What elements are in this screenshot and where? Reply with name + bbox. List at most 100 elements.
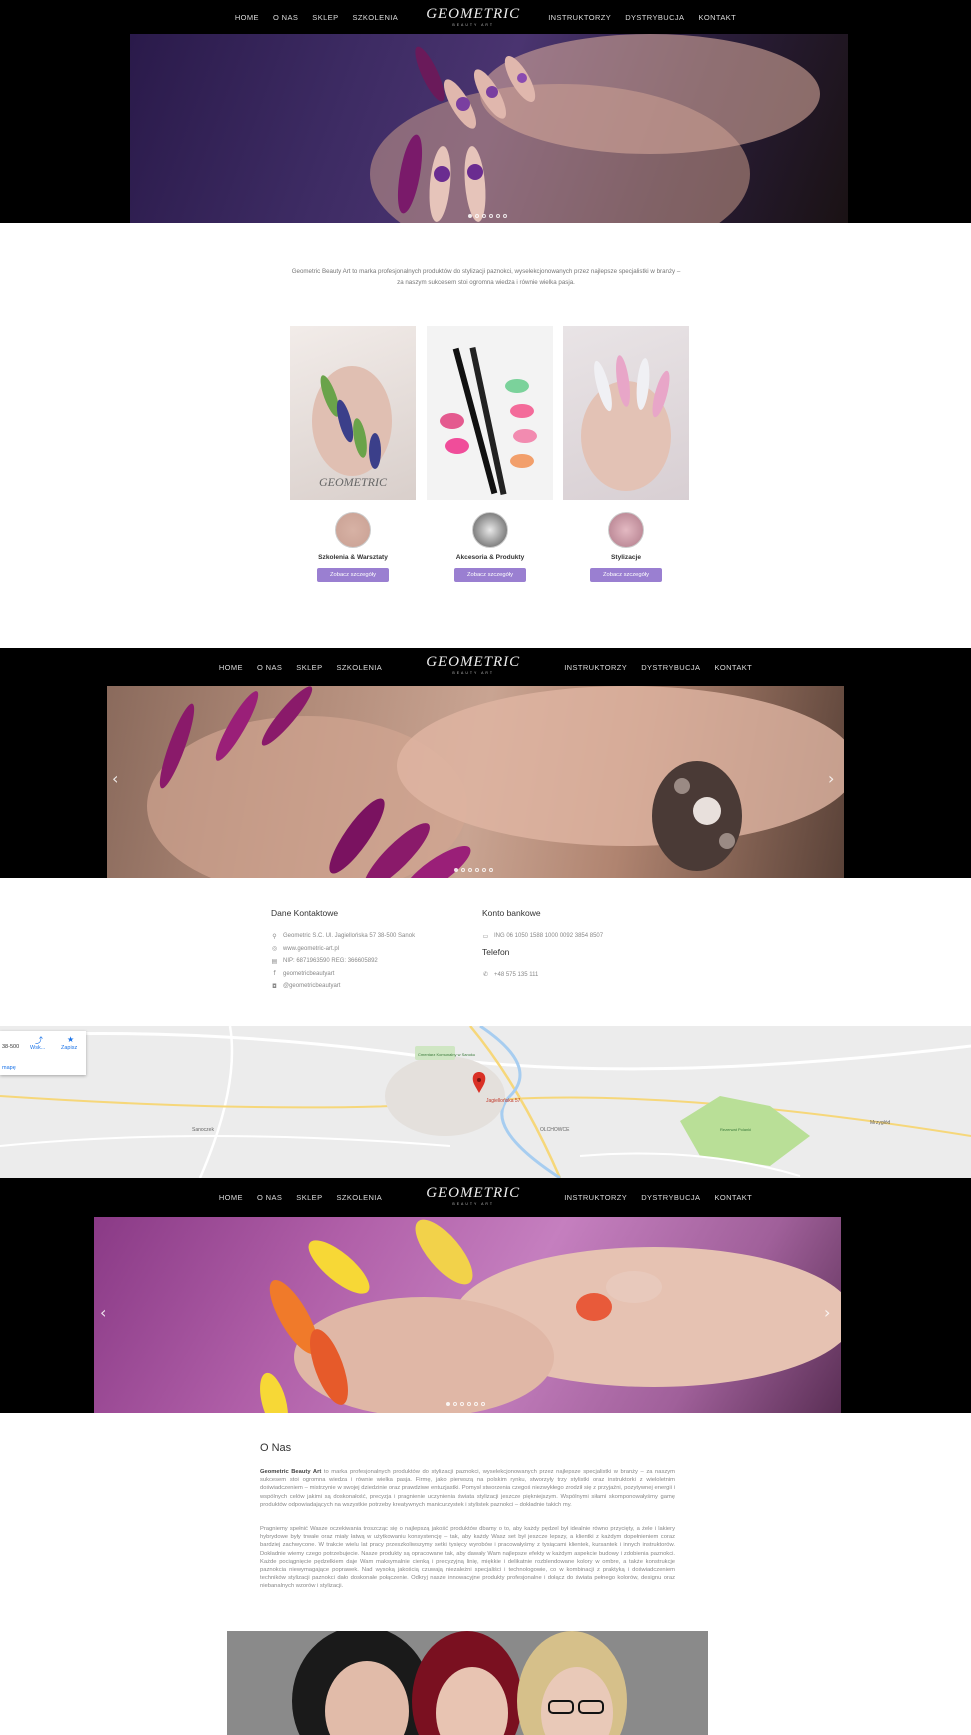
nav-instruktorzy[interactable]: INSTRUKTORZY xyxy=(548,13,611,22)
slider-dot[interactable] xyxy=(467,1402,471,1406)
nav-dystrybucja[interactable]: DYSTRYBUCJA xyxy=(625,13,684,22)
slider-dot[interactable] xyxy=(460,1402,464,1406)
navbar-3: HOME O NAS SKLEP SZKOLENIA GEOMETRIC BEA… xyxy=(0,1178,971,1217)
card-image-stylizacje[interactable] xyxy=(563,326,689,500)
slider-dot[interactable] xyxy=(481,1402,485,1406)
card-image-szkolenia[interactable]: GEOMETRIC xyxy=(290,326,416,500)
nav-sklep[interactable]: SKLEP xyxy=(296,1193,322,1202)
contact-facebook[interactable]: f geometricbeautyart xyxy=(271,968,461,981)
nav-dystrybucja[interactable]: DYSTRYBUCJA xyxy=(641,1193,700,1202)
map-canvas: Jagiellońska 57 Sanoczek OLCHOWCE Mrzygł… xyxy=(0,1026,971,1178)
phone-line[interactable]: ✆ +48 575 135 111 xyxy=(482,969,682,982)
map-pin-label: Jagiellońska 57 xyxy=(486,1098,521,1104)
card-image-akcesoria[interactable] xyxy=(427,326,553,500)
slider-dots-2 xyxy=(454,868,493,872)
slider-dot[interactable] xyxy=(461,868,465,872)
card-title-szkolenia: Szkolenia & Warsztaty xyxy=(318,554,388,561)
hero-image-1 xyxy=(130,34,848,223)
slider-dot[interactable] xyxy=(446,1402,450,1406)
navbar-2: HOME O NAS SKLEP SZKOLENIA GEOMETRIC BEA… xyxy=(0,648,971,686)
contact-facebook-text[interactable]: geometricbeautyart xyxy=(283,971,334,977)
card-title-akcesoria: Akcesoria & Produkty xyxy=(455,554,525,561)
nav-szkolenia[interactable]: SZKOLENIA xyxy=(336,1193,382,1202)
slider-next-arrow[interactable]: › xyxy=(824,1303,830,1322)
slider-dot[interactable] xyxy=(475,868,479,872)
nav-instruktorzy[interactable]: INSTRUKTORZY xyxy=(564,663,627,672)
card-button-szkolenia[interactable]: Zobacz szczegóły xyxy=(317,568,389,582)
nav-o-nas[interactable]: O NAS xyxy=(257,663,282,672)
nav-right: INSTRUKTORZY DYSTRYBUCJA KONTAKT xyxy=(564,1193,752,1202)
logo[interactable]: GEOMETRIC BEAUTY ART xyxy=(410,649,537,685)
nav-left: HOME O NAS SKLEP SZKOLENIA xyxy=(219,663,382,672)
nav-szkolenia[interactable]: SZKOLENIA xyxy=(352,13,398,22)
bank-column: Konto bankowe ▭ ING 06 1050 1588 1000 009… xyxy=(482,908,682,981)
nav-sklep[interactable]: SKLEP xyxy=(296,663,322,672)
instagram-icon: ◘ xyxy=(272,982,277,990)
logo[interactable]: GEOMETRIC BEAUTY ART xyxy=(426,7,520,28)
phone-text[interactable]: +48 575 135 111 xyxy=(494,972,538,978)
nav-right: INSTRUKTORZY DYSTRYBUCJA KONTAKT xyxy=(564,663,752,672)
contact-www[interactable]: ◎ www.geometric-art.pl xyxy=(271,943,461,956)
nav-dystrybucja[interactable]: DYSTRYBUCJA xyxy=(641,663,700,672)
nav-kontakt[interactable]: KONTAKT xyxy=(698,13,736,22)
nav-sklep[interactable]: SKLEP xyxy=(312,13,338,22)
contact-instagram[interactable]: ◘ @geometricbeautyart xyxy=(271,980,461,993)
logo[interactable]: GEOMETRIC BEAUTY ART xyxy=(410,1179,537,1216)
google-map[interactable]: Jagiellońska 57 Sanoczek OLCHOWCE Mrzygł… xyxy=(0,1026,971,1178)
map-card-route[interactable]: Wsk... xyxy=(30,1045,45,1051)
nav-szkolenia[interactable]: SZKOLENIA xyxy=(336,663,382,672)
star-icon[interactable]: ★ xyxy=(67,1035,74,1044)
svg-text:GEOMETRIC: GEOMETRIC xyxy=(319,475,388,489)
nav-kontakt[interactable]: KONTAKT xyxy=(714,1193,752,1202)
phone-heading: Telefon xyxy=(482,946,510,957)
hand-illustration-3 xyxy=(260,1219,841,1413)
map-card-link[interactable]: mapę xyxy=(2,1065,16,1071)
card-title-stylizacje: Stylizacje xyxy=(610,554,642,561)
map-label-sanoczek: Sanoczek xyxy=(192,1127,214,1133)
slider-dot[interactable] xyxy=(482,868,486,872)
card-button-akcesoria[interactable]: Zobacz szczegóły xyxy=(454,568,526,582)
slider-dot[interactable] xyxy=(489,214,493,218)
intro-text: Geometric Beauty Art to marka profesjona… xyxy=(291,268,681,286)
onas-title: O Nas xyxy=(260,1442,292,1454)
nav-o-nas[interactable]: O NAS xyxy=(257,1193,282,1202)
nav-home[interactable]: HOME xyxy=(235,13,259,22)
hero-slider-3: ‹ › xyxy=(0,1217,971,1413)
slider-dot[interactable] xyxy=(482,214,486,218)
contact-instagram-text[interactable]: @geometricbeautyart xyxy=(283,983,340,989)
map-card-save[interactable]: Zapisz xyxy=(61,1045,77,1051)
card-thumb-akcesoria xyxy=(472,512,508,548)
slider-dot[interactable] xyxy=(474,1402,478,1406)
slider-dot[interactable] xyxy=(489,868,493,872)
contact-www-text[interactable]: www.geometric-art.pl xyxy=(283,946,339,952)
contact-nip: ▤ NIP: 6871963590 REG: 366605892 xyxy=(271,955,461,968)
phone-icon: ✆ xyxy=(482,971,489,979)
nav-right: INSTRUKTORZY DYSTRYBUCJA KONTAKT xyxy=(548,13,736,22)
slider-next-arrow[interactable]: › xyxy=(828,769,834,788)
slider-dot[interactable] xyxy=(453,1402,457,1406)
slider-dot[interactable] xyxy=(468,214,472,218)
map-label-mrzyglod: Mrzygłód xyxy=(870,1120,891,1126)
slider-dot[interactable] xyxy=(454,868,458,872)
hero-slider-2: ‹ › xyxy=(0,686,971,878)
bank-heading: Konto bankowe xyxy=(482,908,541,918)
slider-prev-arrow[interactable]: ‹ xyxy=(100,1303,106,1322)
nav-instruktorzy[interactable]: INSTRUKTORZY xyxy=(564,1193,627,1202)
slider-dot[interactable] xyxy=(475,214,479,218)
card-button-stylizacje[interactable]: Zobacz szczegóły xyxy=(590,568,662,582)
hero-image-2 xyxy=(107,686,844,878)
nav-left: HOME O NAS SKLEP SZKOLENIA xyxy=(219,1193,382,1202)
nav-o-nas[interactable]: O NAS xyxy=(273,13,298,22)
nav-kontakt[interactable]: KONTAKT xyxy=(714,663,752,672)
logo-word: GEOMETRIC xyxy=(426,654,521,670)
nav-home[interactable]: HOME xyxy=(219,1193,243,1202)
map-card-code: 38-500 xyxy=(2,1044,20,1050)
nav-left: HOME O NAS SKLEP SZKOLENIA xyxy=(235,13,398,22)
nav-home[interactable]: HOME xyxy=(219,663,243,672)
slider-dot[interactable] xyxy=(468,868,472,872)
slider-prev-arrow[interactable]: ‹ xyxy=(112,769,118,788)
slider-dot[interactable] xyxy=(496,214,500,218)
slider-dot[interactable] xyxy=(503,214,507,218)
map-label-cmentarz: Cmentarz Komunalny w Sanoku xyxy=(418,1052,475,1057)
logo-word: GEOMETRIC xyxy=(426,1184,521,1201)
